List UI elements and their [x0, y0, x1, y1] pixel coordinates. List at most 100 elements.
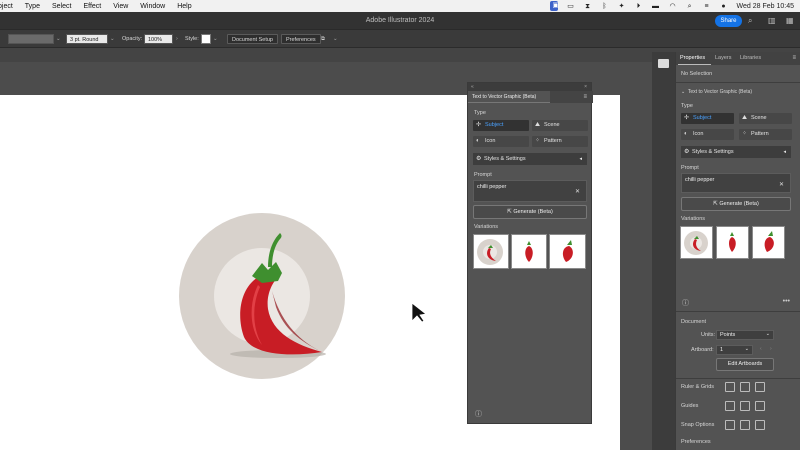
more-options-icon[interactable]: ••• — [783, 298, 790, 305]
preferences-button[interactable]: Preferences — [281, 34, 321, 44]
chevron-right-icon[interactable]: › — [176, 34, 178, 44]
window-icon[interactable]: ▭ — [567, 3, 575, 10]
chevron-down-icon[interactable]: ⌄ — [110, 34, 115, 44]
type-icon-button[interactable]: ◐ Icon — [473, 136, 529, 147]
gear-icon: ⚙ — [476, 156, 482, 162]
search-icon[interactable]: ⌕ — [748, 16, 752, 26]
style-label: Style: — [185, 36, 199, 42]
info-icon[interactable]: ⓘ — [682, 298, 689, 308]
clock[interactable]: Wed 28 Feb 10:45 — [737, 3, 794, 10]
close-icon[interactable]: × — [584, 84, 587, 90]
divider — [676, 311, 800, 312]
bluetooth-icon[interactable]: ᛒ — [601, 3, 609, 10]
show-guides-icon[interactable] — [725, 401, 735, 411]
menu-help[interactable]: Help — [177, 3, 191, 10]
artboard-select[interactable]: 1 ⌄ — [716, 345, 753, 355]
type-scene-button[interactable]: ⛰ Scene — [532, 120, 588, 131]
divider — [676, 378, 800, 379]
variation-thumbnail-1[interactable] — [680, 226, 713, 259]
type-pattern-button[interactable]: ⁘ Pattern — [739, 129, 792, 140]
variation-thumbnail-3[interactable] — [549, 234, 586, 269]
variation-thumbnail-2[interactable] — [716, 226, 749, 259]
share-button[interactable]: Share — [715, 15, 742, 27]
pixel-grid-icon[interactable] — [755, 382, 765, 392]
ruler-icon[interactable] — [725, 382, 735, 392]
hourglass-icon[interactable]: ⧗ — [584, 3, 592, 10]
menu-effect[interactable]: Effect — [83, 3, 101, 10]
chevron-down-icon[interactable]: ⌄ — [213, 34, 218, 44]
snap-to-pixel-icon[interactable] — [755, 420, 765, 430]
prompt-input[interactable]: chilli pepper ✕ — [473, 180, 587, 202]
edit-artboards-button[interactable]: Edit Artboards — [716, 358, 774, 371]
comment-icon[interactable] — [658, 59, 669, 68]
variation-thumbnail-1[interactable] — [473, 234, 509, 269]
next-artboard-icon[interactable]: › — [770, 346, 772, 352]
wifi-icon[interactable]: ◠ — [669, 3, 677, 10]
app-titlebar: Adobe Illustrator 2024 Share ⌕ ▥ ▦ — [0, 12, 800, 30]
panel-drag-handle[interactable]: « × — [468, 83, 591, 91]
app-icon[interactable]: ✦ — [618, 3, 626, 10]
layout-icon[interactable]: ▦ — [786, 16, 794, 25]
units-select[interactable]: Points ⌄ — [716, 330, 774, 340]
tab-libraries[interactable]: Libraries — [740, 55, 761, 61]
arrange-icon[interactable]: ⧉ — [321, 34, 325, 44]
lock-guides-icon[interactable] — [740, 401, 750, 411]
divider — [676, 82, 800, 83]
clear-icon[interactable]: ✕ — [575, 188, 580, 195]
chevron-left-icon: ◂ — [783, 149, 786, 155]
play-icon[interactable]: ⏵ — [635, 3, 643, 10]
type-subject-button[interactable]: ✢ Subject — [681, 113, 734, 124]
siri-icon[interactable]: ● — [720, 3, 728, 10]
menu-view[interactable]: View — [113, 3, 128, 10]
active-tab-indicator — [678, 64, 711, 65]
variations-label: Variations — [681, 216, 706, 222]
tab-properties[interactable]: Properties — [680, 55, 705, 61]
app-title: Adobe Illustrator 2024 — [365, 17, 435, 24]
menu-object[interactable]: bject — [0, 3, 13, 10]
opacity-input[interactable]: 100% — [144, 34, 173, 44]
type-scene-button[interactable]: ⛰ Scene — [739, 113, 792, 124]
info-icon[interactable]: ⓘ — [475, 409, 482, 419]
type-icon-button[interactable]: ◐ Icon — [681, 129, 734, 140]
scene-icon: ⛰ — [535, 122, 541, 128]
tab-layers[interactable]: Layers — [715, 55, 732, 61]
spotlight-icon[interactable]: ⌕ — [686, 3, 694, 10]
pattern-icon: ⁘ — [742, 131, 748, 137]
brush-definition-field[interactable]: 3 pt. Round — [66, 34, 108, 44]
chevron-down-icon: ⌄ — [744, 346, 749, 352]
workspace-icon[interactable]: ▥ — [768, 16, 776, 25]
collapse-icon[interactable]: « — [471, 84, 474, 90]
grid-icon[interactable] — [740, 382, 750, 392]
control-center-icon[interactable]: ≡ — [703, 3, 711, 10]
previous-artboard-icon[interactable]: ‹ — [760, 346, 762, 352]
style-swatch[interactable] — [201, 34, 211, 44]
panel-tab-title[interactable]: Text to Vector Graphic (Beta) — [468, 91, 550, 103]
mouse-cursor — [411, 302, 427, 323]
chevron-down-icon[interactable]: ⌄ — [681, 89, 685, 95]
styles-settings-toggle[interactable]: ⚙ Styles & Settings ◂ — [473, 153, 587, 165]
generate-button[interactable]: ⇱ Generate (Beta) — [473, 205, 587, 219]
smart-guides-icon[interactable] — [755, 401, 765, 411]
menu-window[interactable]: Window — [140, 3, 165, 10]
battery-icon[interactable]: ▬ — [652, 3, 660, 10]
styles-settings-toggle[interactable]: ⚙ Styles & Settings ◂ — [681, 146, 791, 158]
panel-menu-icon[interactable]: ≡ — [583, 94, 587, 100]
stroke-color-field[interactable] — [8, 34, 54, 44]
menu-select[interactable]: Select — [52, 3, 71, 10]
generate-button[interactable]: ⇱ Generate (Beta) — [681, 197, 791, 211]
snap-to-grid-icon[interactable] — [740, 420, 750, 430]
panel-menu-icon[interactable]: ≡ — [792, 55, 796, 61]
type-subject-button[interactable]: ✢ Subject — [473, 120, 529, 131]
variation-thumbnail-3[interactable] — [752, 226, 785, 259]
chevron-down-icon[interactable]: ⌄ — [56, 34, 61, 44]
document-label: Document — [681, 319, 707, 325]
variation-thumbnail-2[interactable] — [511, 234, 547, 269]
clear-icon[interactable]: ✕ — [779, 181, 784, 188]
menu-type[interactable]: Type — [25, 3, 40, 10]
screen-record-icon[interactable]: ▣ — [549, 1, 559, 11]
chevron-down-icon[interactable]: ⌄ — [333, 34, 338, 44]
document-setup-button[interactable]: Document Setup — [227, 34, 278, 44]
prompt-input[interactable]: chilli pepper ✕ — [681, 173, 791, 193]
snap-to-point-icon[interactable] — [725, 420, 735, 430]
type-pattern-button[interactable]: ⁘ Pattern — [532, 136, 588, 147]
